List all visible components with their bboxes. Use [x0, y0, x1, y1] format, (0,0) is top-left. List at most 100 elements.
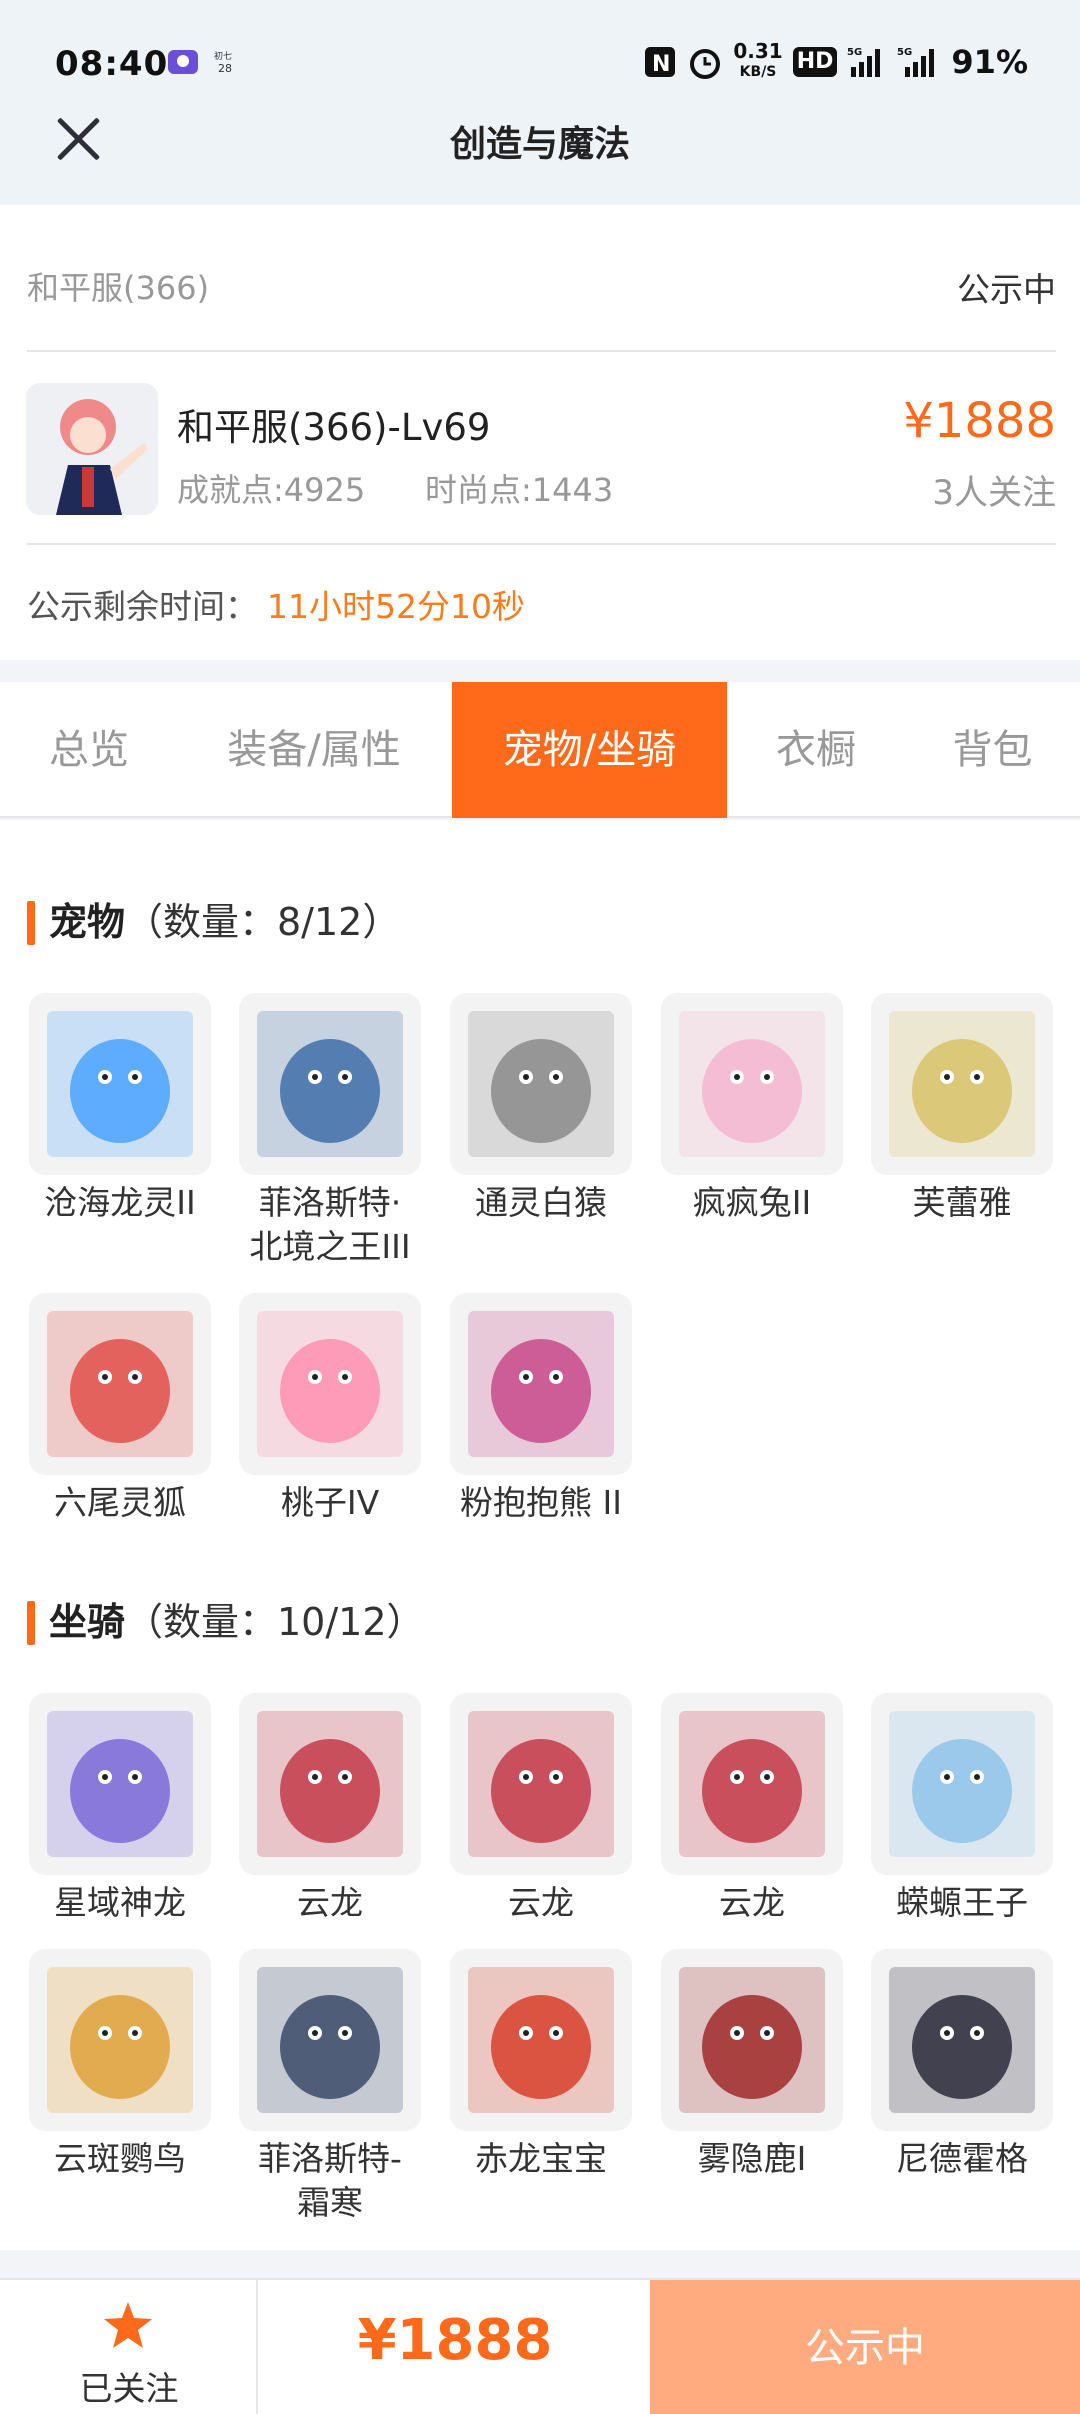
svg-text:初七: 初七	[214, 50, 232, 62]
mount-item[interactable]: 云龙	[450, 1693, 632, 1925]
pet-thumbnail	[29, 1293, 211, 1475]
avatar	[26, 383, 158, 515]
mount-item[interactable]: 云龙	[239, 1693, 421, 1925]
mount-thumbnail	[239, 1693, 421, 1875]
pet-item[interactable]: 菲洛斯特· 北境之王III	[239, 993, 421, 1269]
page-title: 创造与魔法	[449, 124, 630, 165]
pet-item[interactable]: 沧海龙灵II	[29, 993, 211, 1225]
pet-image	[468, 1311, 614, 1457]
app-notification-icon	[168, 50, 198, 74]
section-accent-bar	[27, 1601, 35, 1645]
mount-image	[47, 1711, 193, 1857]
mount-thumbnail	[661, 1949, 843, 2131]
server-name: 和平服(366)	[27, 269, 210, 307]
mount-image	[679, 1711, 825, 1857]
mount-thumbnail	[29, 1949, 211, 2131]
remaining-time-value: 11小时52分10秒	[267, 587, 525, 626]
pet-item[interactable]: 通灵白猿	[450, 993, 632, 1225]
calendar-icon: 初七28	[214, 50, 232, 75]
mount-item[interactable]: 雾隐鹿I	[661, 1949, 843, 2181]
top-bar: 08:40 初七 28 N 0.31 KB/S HD 5G 5G 91% 创造与魔法	[0, 0, 1080, 205]
pet-name: 沧海龙灵II	[44, 1183, 196, 1222]
pet-name: 六尾灵狐	[54, 1483, 186, 1522]
mount-image	[468, 1711, 614, 1857]
remaining-time-label: 公示剩余时间：	[27, 587, 258, 626]
svg-text:N: N	[652, 52, 670, 77]
pet-thumbnail	[871, 993, 1053, 1175]
pets-mounts-content: 宠物 （数量：8/12） 沧海龙灵II 菲洛斯特· 北境之王III 通灵白猿 疯疯兔II…	[0, 820, 1080, 2250]
mount-image	[889, 1711, 1035, 1857]
pet-item[interactable]: 粉抱抱熊 II	[450, 1293, 632, 1525]
price: ¥1888	[903, 393, 1056, 449]
mount-thumbnail	[871, 1693, 1053, 1875]
section-accent-bar	[27, 901, 35, 945]
mount-thumbnail	[450, 1693, 632, 1875]
tab-bar: 总览 装备/属性 宠物/坐骑 衣橱 背包	[0, 682, 1080, 818]
pet-thumbnail	[239, 993, 421, 1175]
pet-name: 菲洛斯特· 北境之王III	[249, 1183, 411, 1266]
tab-equipment[interactable]: 装备/属性	[178, 682, 450, 818]
status-right: N 0.31 KB/S HD 5G 5G 91%	[643, 39, 1028, 81]
pet-thumbnail	[450, 993, 632, 1175]
follow-label: 已关注	[79, 2369, 179, 2408]
signal-icon-2: 5G	[897, 47, 935, 77]
mount-image	[257, 1711, 403, 1857]
pets-title: 宠物	[49, 900, 126, 944]
pet-item[interactable]: 疯疯兔II	[661, 993, 843, 1225]
net-speed: 0.31	[733, 39, 783, 63]
mount-name: 赤龙宝宝	[475, 2139, 607, 2178]
character-name: 和平服(366)-Lv69	[177, 406, 491, 449]
character-avatar-image	[26, 383, 158, 515]
star-icon	[104, 2302, 152, 2348]
fashion-points: 时尚点:1443	[425, 471, 614, 509]
status-bar: 08:40 初七 28 N 0.31 KB/S HD 5G 5G 91%	[0, 0, 1080, 120]
tab-pets-mounts[interactable]: 宠物/坐骑	[452, 682, 727, 818]
mount-image	[679, 1967, 825, 2113]
pet-name: 疯疯兔II	[692, 1183, 812, 1222]
pet-thumbnail	[29, 993, 211, 1175]
pet-thumbnail	[239, 1293, 421, 1475]
tab-overview[interactable]: 总览	[0, 682, 178, 818]
mount-item[interactable]: 菲洛斯特- 霜寒	[239, 1949, 421, 2225]
achievement-points: 成就点:4925	[177, 471, 366, 509]
listing-status: 公示中	[957, 270, 1056, 309]
pet-name: 芙蕾雅	[912, 1183, 1012, 1222]
mount-item[interactable]: 星域神龙	[29, 1693, 211, 1925]
bottom-bar: 已关注 ¥1888 公示中	[0, 2278, 1080, 2414]
pet-image	[889, 1011, 1035, 1157]
mount-name: 蝾螈王子	[896, 1883, 1028, 1922]
net-speed-unit: KB/S	[739, 64, 777, 80]
mount-name: 云斑鹦鸟	[54, 2139, 186, 2178]
mount-image	[47, 1967, 193, 2113]
mount-item[interactable]: 云龙	[661, 1693, 843, 1925]
svg-text:28: 28	[218, 62, 232, 75]
nfc-icon: N	[645, 46, 676, 77]
mount-item[interactable]: 尼德霍格	[871, 1949, 1053, 2181]
mount-item[interactable]: 赤龙宝宝	[450, 1949, 632, 2181]
tab-bag[interactable]: 背包	[905, 682, 1080, 818]
pet-name: 桃子IV	[280, 1483, 380, 1522]
pets-count: （数量：8/12）	[125, 900, 401, 944]
pet-item[interactable]: 桃子IV	[239, 1293, 421, 1525]
battery-level: 91%	[951, 42, 1028, 81]
pet-item[interactable]: 芙蕾雅	[871, 993, 1053, 1225]
pet-name: 通灵白猿	[475, 1183, 607, 1222]
mount-name: 菲洛斯特- 霜寒	[258, 2139, 402, 2222]
public-notice-button[interactable]: 公示中	[650, 2280, 1080, 2414]
mount-item[interactable]: 蝾螈王子	[871, 1693, 1053, 1925]
mount-image	[889, 1967, 1035, 2113]
pet-thumbnail	[661, 993, 843, 1175]
signal-icon: 5G	[847, 47, 881, 77]
pet-item[interactable]: 六尾灵狐	[29, 1293, 211, 1525]
follow-button[interactable]: 已关注	[0, 2280, 258, 2414]
pet-name: 粉抱抱熊 II	[460, 1483, 622, 1522]
mount-item[interactable]: 云斑鹦鸟	[29, 1949, 211, 2181]
pet-image	[47, 1011, 193, 1157]
tab-wardrobe[interactable]: 衣橱	[727, 682, 905, 818]
svg-text:5G: 5G	[897, 47, 912, 58]
mounts-title: 坐骑	[49, 1600, 126, 1644]
mount-thumbnail	[29, 1693, 211, 1875]
status-time: 08:40	[55, 44, 169, 84]
follower-count: 3人关注	[932, 473, 1056, 513]
divider	[27, 350, 1056, 352]
